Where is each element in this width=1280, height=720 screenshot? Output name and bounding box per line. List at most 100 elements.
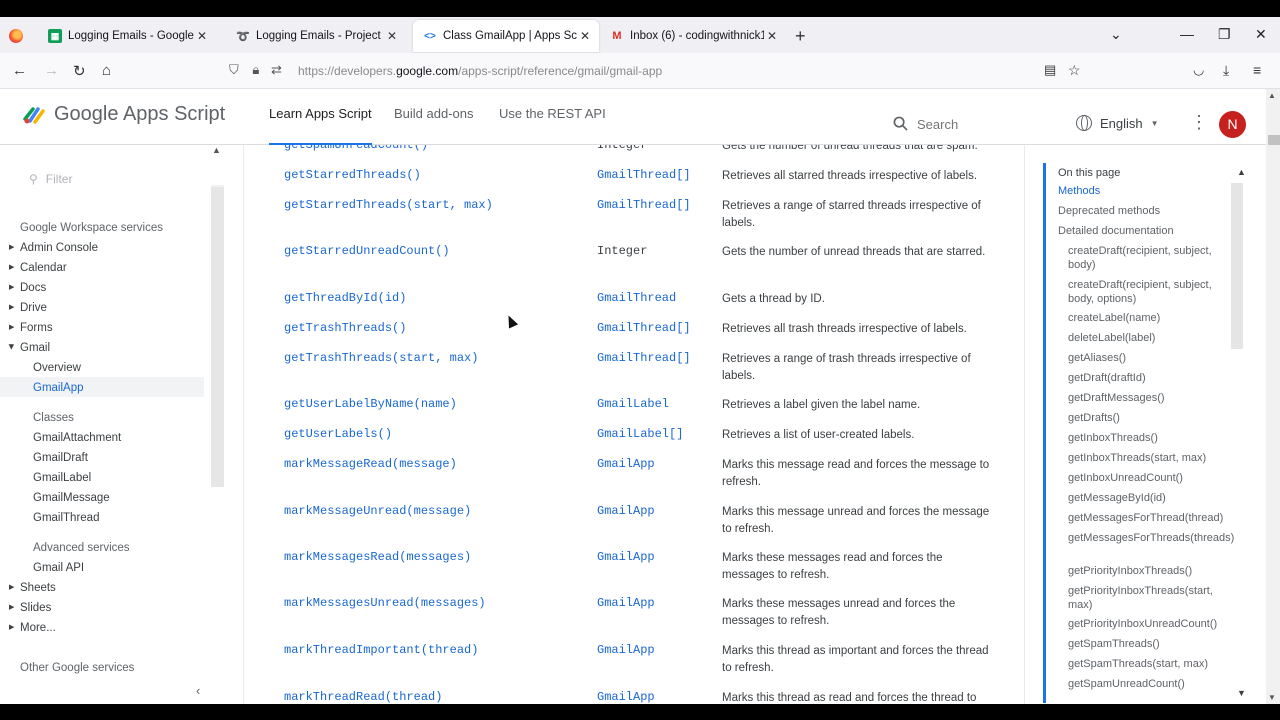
avatar[interactable]: N [1219,111,1246,138]
toc-item[interactable]: getMessagesForThread(thread) [1068,512,1226,526]
toc-item[interactable]: getMessageById(id) [1068,492,1226,506]
return-type[interactable]: GmailThread[] [597,198,691,212]
close-icon[interactable]: ✕ [384,29,400,43]
pocket-icon[interactable]: ◡ [1193,62,1204,78]
toc-item[interactable]: getInboxUnreadCount() [1068,472,1226,486]
tab-list-chevron-icon[interactable]: ⌄ [1110,26,1122,43]
search-input[interactable] [917,117,1027,132]
sidebar-item-gmaildraft[interactable]: GmailDraft [33,452,88,464]
toc-item-detailed-documentation[interactable]: Detailed documentation [1058,225,1228,239]
scroll-up-icon[interactable]: ▲ [212,145,221,155]
toc-item[interactable]: createLabel(name) [1068,312,1226,326]
lock-icon[interactable]: 🔒︎ [252,62,259,77]
firefox-icon[interactable] [9,29,23,43]
return-type[interactable]: GmailApp [597,550,655,564]
sidebar-item-gmailmessage[interactable]: GmailMessage [33,492,110,504]
method-name-link[interactable]: markMessagesUnread(messages) [284,596,486,610]
restore-icon[interactable]: ❐ [1218,26,1231,43]
sidebar-scrollbar[interactable] [211,187,224,487]
expand-arrow-icon[interactable]: ▶ [9,603,14,611]
tab-sheets[interactable]: ▦ Logging Emails - Google Sheets ✕ [38,20,216,52]
toc-item[interactable]: getPriorityInboxThreads(start, max) [1068,585,1226,612]
method-name-link[interactable]: getStarredUnreadCount() [284,244,450,258]
sidebar-item-gmailthread[interactable]: GmailThread [33,512,99,524]
method-name-link[interactable]: getTrashThreads() [284,321,406,335]
toc-item[interactable]: deleteLabel(label) [1068,332,1226,346]
minimize-icon[interactable]: — [1180,26,1194,42]
return-type[interactable]: GmailThread[] [597,321,691,335]
back-icon[interactable]: ← [12,62,27,79]
method-name-link[interactable]: getSpamUnreadCount() [284,145,428,152]
sidebar-item-overview[interactable]: Overview [33,362,81,374]
reload-icon[interactable]: ↻ [73,62,86,80]
tab-learn-apps-script[interactable]: Learn Apps Script [269,106,372,145]
home-icon[interactable]: ⌂ [102,62,111,79]
return-type[interactable]: GmailLabel [597,397,669,411]
collapse-sidebar-icon[interactable]: ‹ [196,683,200,698]
url-bar[interactable]: https://developers.google.com/apps-scrip… [298,64,662,78]
expand-arrow-icon[interactable]: ▶ [9,243,14,251]
menu-icon[interactable]: ≡ [1253,62,1261,78]
page-scroll-up-icon[interactable]: ▲ [1268,91,1276,100]
sidebar-item-forms[interactable]: ▶ Forms [9,322,53,334]
collapse-arrow-icon[interactable]: ▶ [8,344,16,349]
new-tab-button[interactable]: + [795,26,806,47]
expand-arrow-icon[interactable]: ▶ [9,323,14,331]
window-close-icon[interactable]: ✕ [1255,26,1267,43]
method-name-link[interactable]: markMessageUnread(message) [284,504,471,518]
method-name-link[interactable]: getTrashThreads(start, max) [284,351,478,365]
expand-arrow-icon[interactable]: ▶ [9,583,14,591]
filter-input[interactable]: ⚲ Filter [29,172,72,186]
toc-item[interactable]: getPriorityInboxUnreadCount() [1068,618,1226,632]
toc-item[interactable]: getSpamThreads() [1068,638,1226,652]
sidebar-item-drive[interactable]: ▶ Drive [9,302,47,314]
toc-item[interactable]: getInboxThreads(start, max) [1068,452,1226,466]
return-type[interactable]: GmailApp [597,643,655,657]
downloads-icon[interactable]: ⤓ [1223,62,1229,79]
apps-script-logo-icon[interactable] [23,105,47,125]
close-icon[interactable]: ✕ [577,29,593,43]
return-type[interactable]: GmailThread [597,291,676,305]
toc-item[interactable]: createDraft(recipient, subject, body, op… [1068,279,1226,306]
sidebar-item-gmail-api[interactable]: Gmail API [33,562,84,574]
method-name-link[interactable]: getThreadById(id) [284,291,406,305]
return-type[interactable]: GmailThread[] [597,168,691,182]
sidebar-item-docs[interactable]: ▶ Docs [9,282,46,294]
shield-icon[interactable]: ⛉ [229,62,239,77]
bookmark-star-icon[interactable]: ☆ [1068,62,1081,79]
toc-item-deprecated-methods[interactable]: Deprecated methods [1058,205,1228,219]
toc-item[interactable]: getAliases() [1068,352,1226,366]
toc-expand-icon[interactable]: ▼ [1237,688,1246,698]
expand-arrow-icon[interactable]: ▶ [9,263,14,271]
tab-use-rest-api[interactable]: Use the REST API [499,106,606,121]
toc-item[interactable]: getDraft(draftId) [1068,372,1226,386]
toc-item[interactable]: getDrafts() [1068,412,1226,426]
page-scrollbar[interactable] [1268,135,1280,145]
tab-class-gmailapp[interactable]: <> Class GmailApp | Apps Script ✕ [413,20,599,52]
sidebar-item-gmail[interactable]: ▶ Gmail [8,342,50,354]
reader-view-icon[interactable]: ▤ [1044,62,1056,78]
expand-arrow-icon[interactable]: ▶ [9,283,14,291]
method-name-link[interactable]: getUserLabels() [284,427,392,441]
toc-collapse-icon[interactable]: ▲ [1237,167,1246,177]
method-name-link[interactable]: getStarredThreads(start, max) [284,198,493,212]
toc-item-methods[interactable]: Methods [1058,185,1228,199]
method-name-link[interactable]: markThreadRead(thread) [284,690,442,704]
sidebar-item-slides[interactable]: ▶ Slides [9,602,51,614]
return-type[interactable]: GmailApp [597,457,655,471]
sidebar-item-gmailattachment[interactable]: GmailAttachment [33,432,121,444]
sidebar-item-gmaillabel[interactable]: GmailLabel [33,472,91,484]
tab-build-add-ons[interactable]: Build add-ons [394,106,474,121]
method-name-link[interactable]: markMessagesRead(messages) [284,550,471,564]
method-name-link[interactable]: getUserLabelByName(name) [284,397,457,411]
expand-arrow-icon[interactable]: ▶ [9,303,14,311]
sidebar-item-calendar[interactable]: ▶ Calendar [9,262,67,274]
return-type[interactable]: GmailThread[] [597,351,691,365]
toc-scrollbar[interactable] [1231,183,1243,349]
forward-icon[interactable]: → [44,62,59,79]
close-icon[interactable]: ✕ [764,29,780,43]
method-name-link[interactable]: markThreadImportant(thread) [284,643,478,657]
tab-gmail-inbox[interactable]: M Inbox (6) - codingwithnick1@g ✕ [600,20,786,52]
toc-item[interactable]: getMessagesForThreads(threads) [1068,532,1234,546]
return-type[interactable]: GmailApp [597,690,655,704]
